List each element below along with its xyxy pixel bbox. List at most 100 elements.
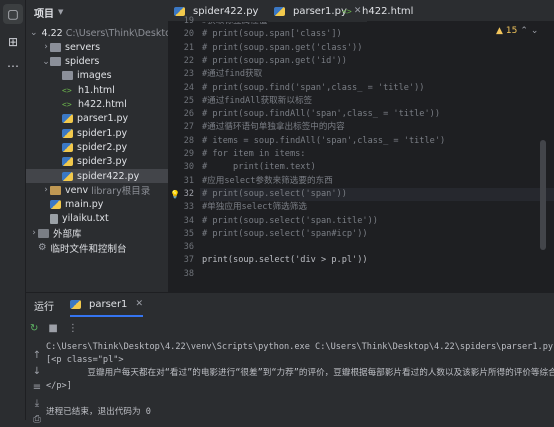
line-number: 22 <box>183 55 194 66</box>
code-line[interactable]: # print(soup.span.get('class')) <box>200 42 554 55</box>
code-line[interactable] <box>200 268 554 281</box>
folder-icon <box>50 42 61 52</box>
tree-item[interactable]: spider1.py <box>26 126 168 140</box>
code-line[interactable] <box>200 241 554 254</box>
line-number: 33 <box>183 202 194 213</box>
tree-item-label: yilaiku.txt <box>62 213 109 225</box>
tree-item-label: servers <box>65 41 101 53</box>
chevron-right-icon[interactable]: › <box>30 228 38 238</box>
tree-item[interactable]: <> h1.html <box>26 83 168 97</box>
tree-item[interactable]: › venv library根目录 <box>26 183 168 198</box>
line-number: 35 <box>183 228 194 239</box>
line-number: 19 <box>183 16 194 26</box>
tree-item[interactable]: ⚙ 临时文件和控制台 <box>26 241 168 255</box>
python-file-icon <box>70 299 81 309</box>
tree-item[interactable]: spider3.py <box>26 155 168 169</box>
scratch-icon: ⚙ <box>38 242 47 253</box>
project-header[interactable]: 项目 ▼ <box>34 4 63 20</box>
tree-item[interactable]: ⌄ spiders <box>26 55 168 69</box>
stop-icon[interactable]: ■ <box>48 323 57 334</box>
code-line[interactable]: # items = soup.findAll('span',class_ = '… <box>200 135 554 148</box>
close-icon[interactable]: ✕ <box>135 299 143 309</box>
tree-item[interactable]: › servers <box>26 40 168 54</box>
line-number: 32 <box>183 188 194 199</box>
line-number: 20 <box>183 29 194 40</box>
code-line[interactable]: # for item in items: <box>200 148 554 161</box>
tree-item[interactable]: main.py <box>26 198 168 212</box>
lightbulb-icon[interactable]: 💡 <box>170 188 180 201</box>
line-number: 31 <box>183 175 194 186</box>
line-number: 24 <box>183 82 194 93</box>
chevron-down-icon[interactable]: ⌄ <box>30 28 38 38</box>
code-line[interactable]: # print(soup.select('span#icp')) <box>200 228 554 241</box>
tree-item[interactable]: ⌄ 4.22 C:\Users\Think\Desktop <box>26 26 168 40</box>
scroll-to-end-icon[interactable]: ⤓ <box>30 397 44 411</box>
code-line[interactable]: # print(soup.select('span.title')) <box>200 215 554 228</box>
python-file-icon <box>62 114 73 124</box>
tree-item-label: spider2.py <box>77 141 128 153</box>
soft-wrap-icon[interactable]: ≡ <box>30 381 44 395</box>
line-number: 37 <box>183 255 194 266</box>
html-file-icon: <> <box>62 100 72 109</box>
tree-item[interactable]: spider2.py <box>26 140 168 154</box>
tree-item-label: 4.22 <box>41 27 63 39</box>
console-output[interactable]: C:\Users\Think\Desktop\4.22\venv\Scripts… <box>46 341 554 421</box>
code-line[interactable]: # print(soup.select('span')) <box>200 187 554 202</box>
editor-scrollbar[interactable] <box>540 140 546 250</box>
tree-item[interactable]: › 外部库 <box>26 226 168 240</box>
tree-item-label: images <box>77 70 112 82</box>
code-line[interactable]: #通过循环语句单独拿出标签中的内容 <box>200 121 554 134</box>
more-icon[interactable]: ⋯ <box>3 56 23 76</box>
project-title: 项目 <box>34 8 54 20</box>
warnings-indicator[interactable]: ▲ 15 ⌃ ⌄ <box>496 26 538 36</box>
line-number: 34 <box>183 215 194 226</box>
chevron-down-icon: ▼ <box>58 8 64 16</box>
code-line[interactable]: # print(soup.find('span',class_ = 'title… <box>200 82 554 95</box>
tree-item[interactable]: yilaiku.txt <box>26 212 168 226</box>
line-number: 30 <box>183 162 194 173</box>
chevron-right-icon[interactable]: › <box>42 185 50 195</box>
arrow-down-icon[interactable]: ↓ <box>30 365 44 379</box>
code-line[interactable]: print(soup.select('div > p.pl')) <box>200 254 554 267</box>
code-line[interactable]: #通过findAll获取新以标签 <box>200 95 554 108</box>
tree-item[interactable]: images <box>26 69 168 83</box>
project-panel: 项目 ▼ ⌄ 4.22 C:\Users\Think\Desktop › servers… <box>26 0 168 292</box>
tree-item-label: spiders <box>65 56 100 68</box>
tree-item[interactable]: spider422.py <box>26 169 168 183</box>
tool-window-strip: ▢ ⊞ ⋯ <box>0 0 26 420</box>
editor-tabs: spider422.py parser1.py ✕ <> h422.html <box>168 0 554 24</box>
tree-item-label: spider422.py <box>77 170 140 182</box>
run-config-tab[interactable]: parser1 ✕ <box>70 293 143 317</box>
tree-item-label: spider3.py <box>77 156 128 168</box>
tree-item-label: venv <box>65 184 89 196</box>
library-icon <box>38 228 49 238</box>
code-line[interactable]: # print(soup.span.get('id')) <box>200 55 554 68</box>
code-line[interactable]: #通过find获取 <box>200 68 554 81</box>
folder-icon <box>62 71 73 81</box>
print-icon[interactable]: ⎙ <box>30 413 44 427</box>
code-line[interactable]: # print(item.text) <box>200 161 554 174</box>
code-line[interactable]: #单独应用select筛选筛选 <box>200 201 554 214</box>
folder-icon <box>50 57 61 67</box>
chevron-right-icon[interactable]: › <box>42 42 50 52</box>
console-line: </p>] <box>46 381 72 391</box>
console-line: [<p class="pl"> <box>46 355 124 365</box>
code-editor[interactable]: #获取标签属性值# print(soup.span['class'])# pri… <box>200 22 554 292</box>
tree-item[interactable]: <> h422.html <box>26 98 168 112</box>
editor-tab[interactable]: spider422.py <box>168 0 264 22</box>
structure-icon[interactable]: ⊞ <box>3 32 23 52</box>
python-file-icon <box>50 200 61 210</box>
code-line[interactable]: #应用select参数来筛选要的东西 <box>200 175 554 188</box>
chevron-down-icon[interactable]: ⌄ <box>42 57 50 67</box>
editor-tab[interactable]: <> h422.html <box>336 0 419 22</box>
run-tab-label[interactable]: 运行 <box>34 298 54 313</box>
folder-icon[interactable]: ▢ <box>3 4 23 24</box>
code-line[interactable]: # print(soup.findAll('span',class_ = 'ti… <box>200 108 554 121</box>
line-number: 28 <box>183 135 194 146</box>
tree-item-label: parser1.py <box>77 113 129 125</box>
tree-item[interactable]: parser1.py <box>26 112 168 126</box>
line-number: 27 <box>183 122 194 133</box>
arrow-up-icon[interactable]: ↑ <box>30 349 44 363</box>
tree-item-path: C:\Users\Think\Desktop <box>65 27 168 39</box>
more-icon[interactable]: ⋮ <box>68 323 78 334</box>
